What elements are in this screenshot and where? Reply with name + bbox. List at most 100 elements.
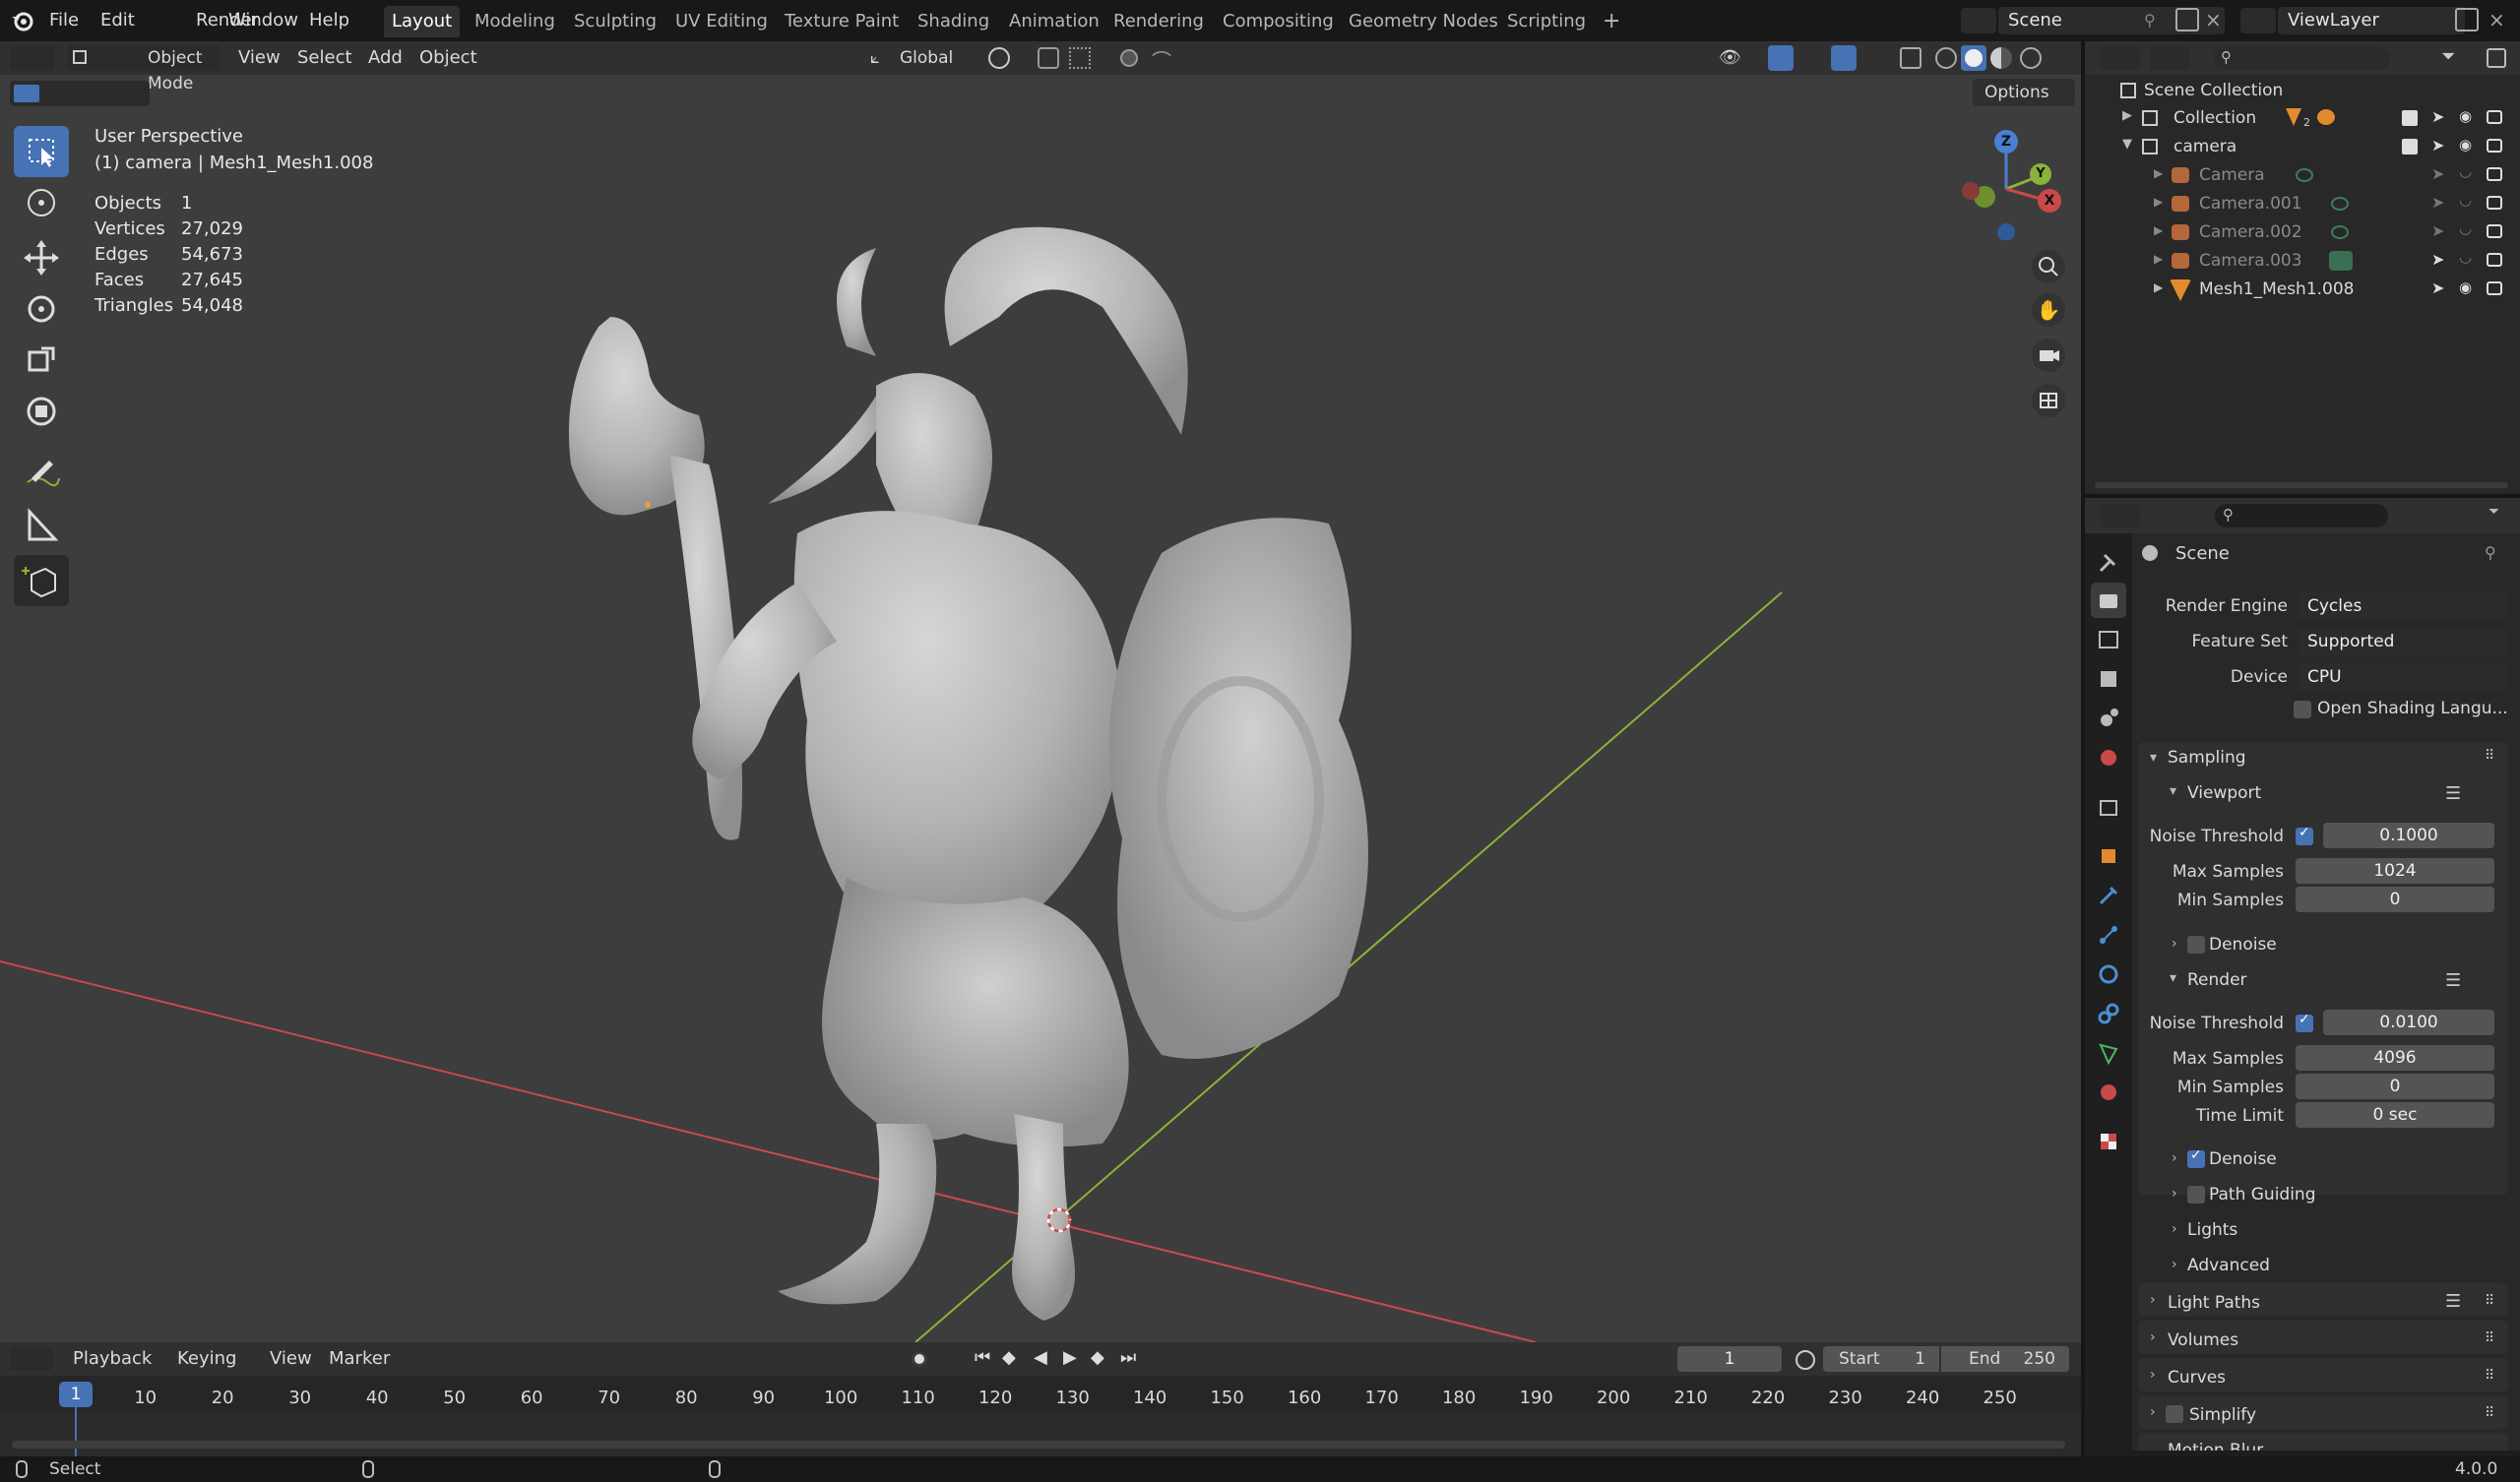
outliner-row-camera-003[interactable]: ▶ Camera.003 ➤ ◡ [2085, 247, 2520, 276]
chevron-right-icon[interactable]: › [2172, 1186, 2177, 1202]
constraints-tab-icon[interactable] [2091, 996, 2126, 1031]
expand-arrow-icon[interactable]: ▼ [2122, 137, 2132, 152]
menu-marker[interactable]: Marker [329, 1345, 390, 1373]
expand-arrow-icon[interactable]: ▶ [2154, 166, 2163, 180]
curves-header[interactable]: Curves [2168, 1368, 2226, 1388]
advanced-subpanel[interactable]: Advanced [2187, 1256, 2270, 1275]
view-layer-tab-icon[interactable] [2091, 661, 2126, 697]
eye-icon[interactable]: ◉ [2459, 278, 2472, 296]
playhead[interactable]: 1 [59, 1382, 93, 1407]
chevron-right-icon[interactable]: › [2150, 1367, 2156, 1383]
r-max-field[interactable]: 4096 [2296, 1045, 2494, 1071]
play-icon[interactable]: ▶ [1063, 1347, 1077, 1368]
transform-tool[interactable] [14, 386, 69, 437]
preview-range-icon[interactable] [1796, 1350, 1815, 1370]
outliner-editor-icon[interactable] [2101, 46, 2140, 70]
render-engine-dropdown[interactable]: Cycles [2298, 592, 2508, 620]
outliner-row-camera-002[interactable]: ▶ Camera.002 ➤ ◡ [2085, 218, 2520, 247]
chevron-down-icon[interactable]: ▾ [2170, 970, 2176, 986]
add-workspace-button[interactable]: + [1595, 6, 1628, 37]
collection-tab-icon[interactable] [2091, 789, 2126, 825]
r-noise-checkbox[interactable]: ✓ [2296, 1012, 2313, 1032]
tab-scripting[interactable]: Scripting [1499, 6, 1594, 37]
scale-tool[interactable] [14, 335, 69, 386]
delete-scene-icon[interactable]: × [2205, 8, 2222, 31]
r-denoise-checkbox[interactable]: ✓ [2187, 1147, 2205, 1168]
modifier-tab-icon[interactable] [2091, 878, 2126, 913]
r-noise-field[interactable]: 0.0100 [2323, 1010, 2494, 1035]
jump-start-icon[interactable]: ⏮ [975, 1347, 990, 1368]
view-layer-icon[interactable] [2240, 8, 2276, 33]
chevron-right-icon[interactable]: › [2172, 1221, 2177, 1237]
render-tab-icon[interactable] [2091, 583, 2126, 618]
exclude-checkbox[interactable] [2402, 139, 2418, 154]
timeline-scrollbar[interactable] [12, 1441, 2065, 1449]
vp-denoise-checkbox[interactable] [2187, 936, 2205, 954]
vp-denoise-label[interactable]: Denoise [2209, 935, 2277, 955]
properties-options-icon[interactable]: ⏷ [2488, 504, 2499, 520]
menu-keying[interactable]: Keying [177, 1345, 236, 1373]
rotate-tool[interactable] [14, 283, 69, 335]
select-arrow-icon[interactable]: ➤ [2431, 278, 2444, 297]
menu-help[interactable]: Help [303, 6, 355, 35]
move-tool[interactable] [14, 232, 69, 283]
light-paths-header[interactable]: Light Paths [2168, 1293, 2260, 1313]
display-mode-icon[interactable] [2150, 46, 2189, 70]
play-reverse-icon[interactable]: ◀ [1034, 1347, 1047, 1368]
object-tab-icon[interactable] [2091, 838, 2126, 874]
pan-hand-icon[interactable]: ✋ [2032, 293, 2065, 327]
r-denoise-label[interactable]: Denoise [2209, 1149, 2277, 1169]
eye-closed-icon[interactable]: ◡ [2459, 219, 2472, 237]
path-guiding-checkbox[interactable] [2187, 1186, 2205, 1204]
render-camera-icon[interactable] [2487, 196, 2502, 210]
3d-cursor-icon[interactable] [1044, 1205, 1074, 1235]
volumes-header[interactable]: Volumes [2168, 1330, 2238, 1350]
cursor-tool[interactable] [14, 177, 69, 228]
expand-arrow-icon[interactable]: ▶ [2154, 252, 2163, 266]
end-frame-field[interactable]: End 250 [1941, 1346, 2069, 1372]
tab-animation[interactable]: Animation [1001, 6, 1107, 37]
sampling-header[interactable]: Sampling [2168, 748, 2246, 768]
outliner-row-mesh[interactable]: ▶ Mesh1_Mesh1.008 ➤ ◉ [2085, 276, 2520, 304]
zoom-icon[interactable] [2032, 250, 2065, 283]
particles-tab-icon[interactable] [2091, 917, 2126, 953]
menu-playback[interactable]: Playback [73, 1345, 152, 1373]
tab-shading[interactable]: Shading [910, 6, 997, 37]
simplify-checkbox[interactable] [2166, 1405, 2183, 1423]
start-frame-field[interactable]: Start 1 [1823, 1346, 1939, 1372]
tab-rendering[interactable]: Rendering [1105, 6, 1212, 37]
expand-arrow-icon[interactable]: ▶ [2154, 195, 2163, 209]
menu-file[interactable]: File [43, 6, 85, 35]
select-box-tool[interactable] [14, 126, 69, 177]
r-min-field[interactable]: 0 [2296, 1074, 2494, 1099]
render-subheader[interactable]: Render [2187, 970, 2247, 990]
chevron-right-icon[interactable]: › [2150, 1292, 2156, 1308]
drag-handle-icon[interactable]: ⠿ [2485, 1405, 2494, 1421]
select-arrow-icon[interactable]: ➤ [2431, 136, 2444, 154]
eye-icon[interactable]: ◉ [2459, 136, 2472, 154]
tab-layout[interactable]: Layout [384, 6, 461, 37]
tab-geometry-nodes[interactable]: Geometry Nodes [1341, 6, 1506, 37]
navigation-gizmo[interactable]: Z Y X [1945, 126, 2061, 240]
new-collection-icon[interactable] [2487, 48, 2506, 68]
blender-logo-icon[interactable] [10, 9, 35, 32]
properties-editor-icon[interactable] [2101, 504, 2140, 527]
scene-icon[interactable] [1961, 8, 1996, 33]
view-layer-selector[interactable]: ViewLayer [2278, 7, 2465, 34]
motion-blur-panel[interactable]: Motion Blur [2138, 1433, 2508, 1451]
chevron-right-icon[interactable]: › [2150, 1404, 2156, 1420]
tab-texture-paint[interactable]: Texture Paint [777, 6, 907, 37]
presets-list-icon[interactable]: ☰ [2445, 970, 2461, 991]
presets-list-icon[interactable]: ☰ [2445, 1291, 2461, 1312]
render-camera-icon[interactable] [2487, 224, 2502, 238]
scene-tab-icon[interactable] [2091, 701, 2126, 736]
camera-view-icon[interactable] [2032, 339, 2065, 372]
eye-closed-icon[interactable]: ◡ [2459, 191, 2472, 209]
prev-keyframe-icon[interactable]: ◆ [1002, 1347, 1016, 1368]
render-camera-icon[interactable] [2487, 167, 2502, 181]
current-frame-field[interactable]: 1 [1677, 1346, 1782, 1372]
expand-arrow-icon[interactable]: ▶ [2154, 280, 2163, 294]
add-cube-tool[interactable] [14, 555, 69, 606]
outliner-scrollbar[interactable] [2095, 482, 2508, 488]
outliner-row-scene-collection[interactable]: Scene Collection [2085, 77, 2520, 105]
